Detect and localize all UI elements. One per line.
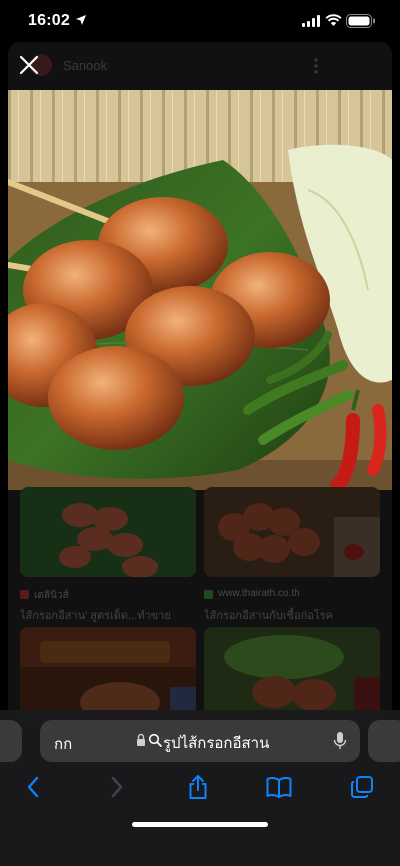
related-result[interactable]: เดลินิวส์ ไส้กรอกอีสาน' สูตรเด็ด...ทำขาย [20, 487, 196, 624]
previous-tab-peek[interactable] [0, 720, 22, 762]
forward-icon[interactable] [102, 772, 132, 802]
result-source: www.thairath.co.th [218, 588, 300, 599]
more-options-icon[interactable] [308, 56, 324, 76]
status-bar: 16:02 [0, 0, 400, 44]
address-text[interactable]: รูปไส้กรอกอีสาน [163, 731, 269, 755]
wifi-icon [325, 14, 342, 26]
page-settings-button[interactable]: กก [54, 732, 72, 756]
share-icon[interactable] [183, 772, 213, 802]
sausage-photo[interactable] [8, 90, 392, 490]
next-tab-peek[interactable] [368, 720, 400, 762]
result-title[interactable]: ไส้กรอกอีสาน' สูตรเด็ด...ทำขาย [20, 606, 196, 624]
bookmarks-icon[interactable] [264, 772, 294, 802]
battery-icon [346, 14, 375, 28]
result-thumbnail[interactable] [204, 487, 380, 577]
browser-toolbar [0, 772, 400, 802]
site-name[interactable]: Sanook [63, 58, 107, 73]
home-indicator[interactable] [132, 822, 268, 827]
status-time: 16:02 [28, 12, 70, 29]
lock-icon [137, 733, 145, 746]
microphone-icon[interactable] [333, 731, 347, 751]
source-favicon [204, 590, 213, 599]
result-title[interactable]: ไส้กรอกอีสานกับเชื้อก่อโรค [204, 606, 380, 624]
result-thumbnail[interactable] [20, 487, 196, 578]
viewer-header: Sanook [8, 42, 392, 90]
back-icon[interactable] [18, 772, 48, 802]
result-source: เดลินิวส์ [34, 590, 69, 601]
location-arrow-icon [76, 15, 86, 25]
address-bar[interactable]: กก รูปไส้กรอกอีสาน [40, 720, 360, 762]
close-icon[interactable] [16, 52, 42, 78]
source-favicon [20, 590, 29, 599]
cellular-signal-icon [302, 15, 320, 27]
related-result[interactable]: www.thairath.co.th ไส้กรอกอีสานกับเชื้อก… [204, 487, 380, 624]
search-icon [148, 733, 162, 747]
tabs-icon[interactable] [347, 772, 377, 802]
browser-bottom-bar: กก รูปไส้กรอกอีสาน [0, 710, 400, 866]
